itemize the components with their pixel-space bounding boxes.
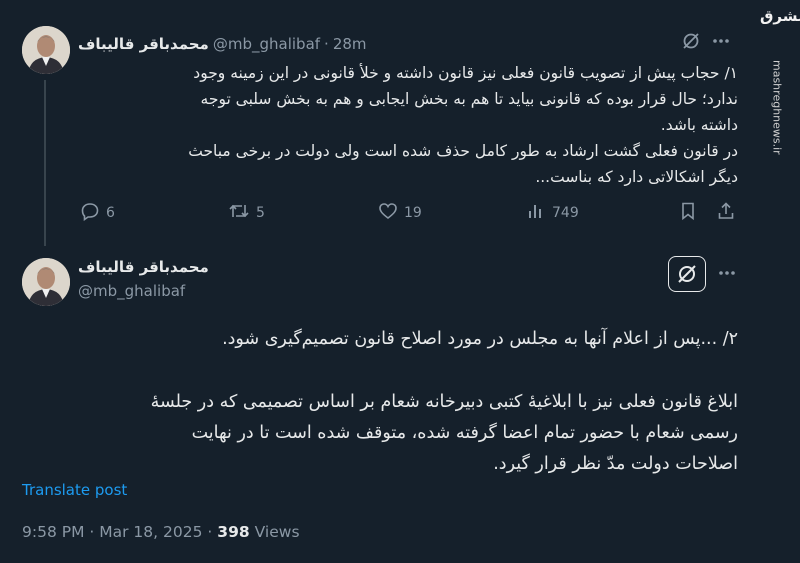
tweet-line: داشته باشد.: [660, 116, 738, 134]
more-icon[interactable]: [710, 30, 732, 52]
repost-icon: [228, 201, 250, 225]
watermark-logo: مشرق: [760, 7, 800, 25]
share-icon: [716, 201, 736, 225]
avatar[interactable]: [22, 258, 70, 306]
reply-count: 6: [106, 205, 115, 221]
tweet-line: در قانون فعلی گشت ارشاد به طور کامل حذف …: [188, 142, 738, 160]
repost-button[interactable]: 5: [228, 200, 265, 226]
tweet-line: ندارد؛ حال قرار بوده که قانونی بیاید تا …: [200, 90, 738, 108]
thread-line: [44, 80, 46, 246]
grok-icon[interactable]: [680, 30, 702, 52]
tweet-header: محمدباقر قالیباف @mb_ghalibaf · 28m: [78, 34, 618, 54]
post-time[interactable]: 28m: [333, 35, 367, 53]
tweet-line: ۱/ حجاب پیش از تصویب قانون فعلی نیز قانو…: [193, 64, 738, 82]
avatar[interactable]: [22, 26, 70, 74]
post-meta: 9:58 PM · Mar 18, 2025 · 398 Views: [22, 523, 300, 541]
tweet-line: رسمی شعام با حضور تمام اعضا گرفته شده، م…: [191, 423, 738, 443]
more-icon[interactable]: [716, 262, 738, 284]
tweet-text: ۲/ ...پس از اعلام آنها به مجلس در مورد ا…: [22, 324, 738, 480]
author-handle[interactable]: @mb_ghalibaf: [213, 35, 320, 53]
views-button[interactable]: 749: [526, 200, 579, 226]
tweet-line: اصلاحات دولت مدّ نظر قرار گیرد.: [493, 454, 738, 474]
separator-dot: ·: [324, 35, 329, 53]
like-icon: [378, 201, 398, 225]
translate-post-link[interactable]: Translate post: [22, 481, 127, 499]
author-name[interactable]: محمدباقر قالیباف: [78, 258, 278, 276]
author-handle[interactable]: @mb_ghalibaf: [78, 282, 185, 300]
tweet-line: ابلاغ قانون فعلی نیز با ابلاغیهٔ کتبی دب…: [150, 392, 738, 412]
post-timestamp[interactable]: 9:58 PM · Mar 18, 2025 ·: [22, 523, 212, 541]
grok-icon[interactable]: [668, 256, 706, 292]
tweet-line: دیگر اشکالاتی دارد که بناست...: [535, 168, 738, 186]
views-icon: [526, 201, 546, 225]
like-count: 19: [404, 205, 422, 221]
views-count: 398: [217, 523, 250, 541]
like-button[interactable]: 19: [378, 200, 422, 226]
author-name[interactable]: محمدباقر قالیباف: [78, 35, 209, 53]
tweet-paragraph: ۲/ ...پس از اعلام آنها به مجلس در مورد ا…: [222, 329, 738, 349]
share-button[interactable]: [716, 200, 736, 226]
bookmark-icon: [678, 201, 698, 225]
reply-button[interactable]: 6: [80, 200, 115, 226]
watermark-url: mashreghnews.ir: [770, 60, 784, 155]
repost-count: 5: [256, 205, 265, 221]
action-bar: 6 5 19 749: [78, 200, 738, 226]
views-label: Views: [254, 523, 300, 541]
views-count: 749: [552, 205, 579, 221]
reply-icon: [80, 201, 100, 225]
bookmark-button[interactable]: [678, 200, 698, 226]
tweet-text: ۱/ حجاب پیش از تصویب قانون فعلی نیز قانو…: [78, 60, 738, 190]
